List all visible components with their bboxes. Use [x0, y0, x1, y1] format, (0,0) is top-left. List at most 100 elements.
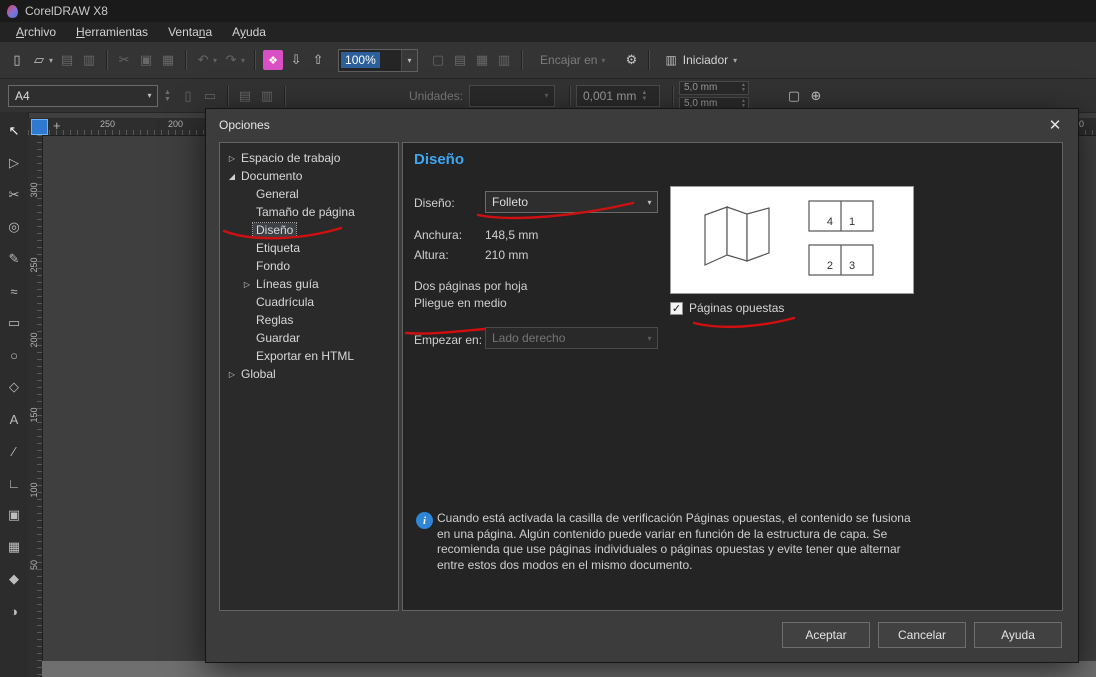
start-on-dropdown-icon: ▾	[642, 328, 657, 348]
drop-shadow-tool-icon[interactable]: ▣	[2, 499, 26, 531]
standard-toolbar: ▯▱▾▤▥✂▣▦↶▾↷▾❖⇩⇧ 100% ▾ ▢▤▦▥ Encajar en ▾…	[0, 42, 1096, 79]
menu-ventana[interactable]: Ventana	[158, 23, 222, 41]
dimension-tool-icon[interactable]: ∕	[2, 435, 26, 467]
page-view-group: ▤▥	[234, 85, 278, 107]
page-tab-indicator[interactable]	[31, 119, 48, 135]
orientation-group: ▯▭	[177, 85, 221, 107]
toolbar-separator	[254, 50, 255, 70]
zoom-level-combobox[interactable]: 100% ▾	[338, 49, 418, 72]
vertical-ruler[interactable]: 30025020015010050	[28, 135, 43, 677]
ruler-label: 200	[29, 330, 39, 350]
tree-item-label: Guardar	[253, 331, 303, 345]
svg-text:3: 3	[849, 260, 855, 272]
text-tool-icon[interactable]: A	[2, 403, 26, 435]
tree-item-label: Global	[238, 367, 279, 381]
aceptar-button[interactable]: Aceptar	[782, 622, 870, 648]
pick-tool-icon[interactable]: ↖	[2, 115, 26, 147]
get-more-icon[interactable]: ❖	[263, 50, 283, 70]
svg-text:1: 1	[849, 216, 855, 228]
tree-item-global[interactable]: ▷Global	[220, 365, 398, 383]
height-label: Altura:	[414, 248, 449, 262]
options-gear-icon[interactable]: ⚙	[620, 49, 642, 71]
tree-item-label: Exportar en HTML	[253, 349, 357, 363]
facing-pages-checkbox[interactable]: ✓	[670, 302, 683, 315]
options-dialog: Opciones ✕ ▷Espacio de trabajo◢Documento…	[205, 108, 1079, 663]
collapse-icon[interactable]: ◢	[226, 172, 238, 181]
units-dropdown-icon: ▾	[539, 86, 554, 106]
tree-item-exportar-en-html[interactable]: Exportar en HTML	[220, 347, 398, 365]
show-guidelines-icon: ▥	[493, 49, 515, 71]
ruler-label: 200	[168, 119, 183, 129]
menu-archivo[interactable]: Archivo	[6, 23, 66, 41]
nudge-field: 0,001 mm ▲▼	[576, 85, 660, 107]
ruler-label: 250	[29, 255, 39, 275]
ellipse-tool-icon[interactable]: ○	[2, 339, 26, 371]
tree-item-fondo[interactable]: Fondo	[220, 257, 398, 275]
open-dropdown-icon[interactable]: ▾	[49, 56, 53, 65]
print-icon: ▥	[78, 49, 100, 71]
zoom-dropdown-icon[interactable]: ▾	[401, 50, 417, 71]
title-bar: CorelDRAW X8	[0, 0, 1096, 22]
import-icon[interactable]: ⇩	[285, 49, 307, 71]
shape-tool-icon[interactable]: ▷	[2, 147, 26, 179]
export-icon[interactable]: ⇧	[307, 49, 329, 71]
page-size-combobox[interactable]: A4 ▾	[8, 85, 158, 107]
rectangle-tool-icon[interactable]: ▭	[2, 307, 26, 339]
freehand-tool-icon[interactable]: ✎	[2, 243, 26, 275]
zoom-tool-icon[interactable]: ◎	[2, 211, 26, 243]
expand-icon[interactable]: ▷	[241, 280, 253, 289]
polygon-tool-icon[interactable]: ◇	[2, 371, 26, 403]
tree-item-espacio-de-trabajo[interactable]: ▷Espacio de trabajo	[220, 149, 398, 167]
expand-icon[interactable]: ▷	[226, 154, 238, 163]
close-icon[interactable]: ✕	[1044, 114, 1066, 136]
tree-item-reglas[interactable]: Reglas	[220, 311, 398, 329]
menu-herramientas[interactable]: Herramientas	[66, 23, 158, 41]
save-icon: ▤	[56, 49, 78, 71]
ruler-label: 250	[100, 119, 115, 129]
toolbar-separator	[648, 50, 649, 70]
toolbar-file-group: ▯▱▾▤▥✂▣▦↶▾↷▾❖⇩⇧	[6, 49, 329, 71]
layout-dropdown-icon[interactable]: ▾	[642, 192, 657, 212]
tree-item-general[interactable]: General	[220, 185, 398, 203]
new-document-icon[interactable]: ▯	[6, 49, 28, 71]
interactive-fill-tool-icon[interactable]: ◑	[2, 595, 26, 627]
tree-item-documento[interactable]: ◢Documento	[220, 167, 398, 185]
transparency-tool-icon[interactable]: ▦	[2, 531, 26, 563]
menu-ayuda[interactable]: Ayuda	[222, 23, 276, 41]
tree-item-lineas-guia[interactable]: ▷Líneas guía	[220, 275, 398, 293]
tree-item-diseno[interactable]: Diseño	[220, 221, 398, 239]
launcher-chevron-icon[interactable]: ▾	[733, 56, 737, 65]
info-icon: i	[416, 512, 433, 529]
show-rulers-icon: ▤	[449, 49, 471, 71]
tree-item-cuadricula[interactable]: Cuadrícula	[220, 293, 398, 311]
zoom-level-value[interactable]: 100%	[341, 52, 380, 68]
crop-tool-icon[interactable]: ✂	[2, 179, 26, 211]
page-dimensions-stepper: ▲▼	[164, 89, 171, 103]
tree-item-label: Espacio de trabajo	[238, 151, 343, 165]
layout-description-line1: Dos páginas por hoja	[414, 279, 527, 293]
artistic-media-tool-icon[interactable]: ≈	[2, 275, 26, 307]
connector-tool-icon[interactable]: ∟	[2, 467, 26, 499]
tree-item-etiqueta[interactable]: Etiqueta	[220, 239, 398, 257]
facing-pages-option[interactable]: ✓ Páginas opuestas	[670, 301, 784, 315]
portrait-icon: ▯	[177, 85, 199, 107]
add-page-button[interactable]: +	[53, 118, 61, 133]
eyedropper-tool-icon[interactable]: ◆	[2, 563, 26, 595]
tree-item-guardar[interactable]: Guardar	[220, 329, 398, 347]
treat-as-filled-icon[interactable]: ▢	[783, 85, 805, 107]
width-label: Anchura:	[414, 228, 462, 242]
page-size-dropdown-icon[interactable]: ▾	[142, 86, 157, 106]
cancelar-button[interactable]: Cancelar	[878, 622, 966, 648]
snap-center-icon[interactable]: ⊕	[805, 85, 827, 107]
propbar-separator	[672, 86, 673, 106]
launcher-dropdown[interactable]: ▥ Iniciador ▾	[665, 53, 740, 67]
snap-to-chevron-icon: ▾	[601, 56, 605, 65]
tree-item-label: Diseño	[253, 223, 296, 237]
layout-combobox[interactable]: Folleto ▾	[485, 191, 658, 213]
expand-icon[interactable]: ▷	[226, 370, 238, 379]
open-icon[interactable]: ▱	[28, 49, 50, 71]
tree-item-tamano-de-pagina[interactable]: Tamaño de página	[220, 203, 398, 221]
ayuda-button[interactable]: Ayuda	[974, 622, 1062, 648]
show-grid-icon: ▦	[471, 49, 493, 71]
page-size-value: A4	[15, 89, 30, 103]
